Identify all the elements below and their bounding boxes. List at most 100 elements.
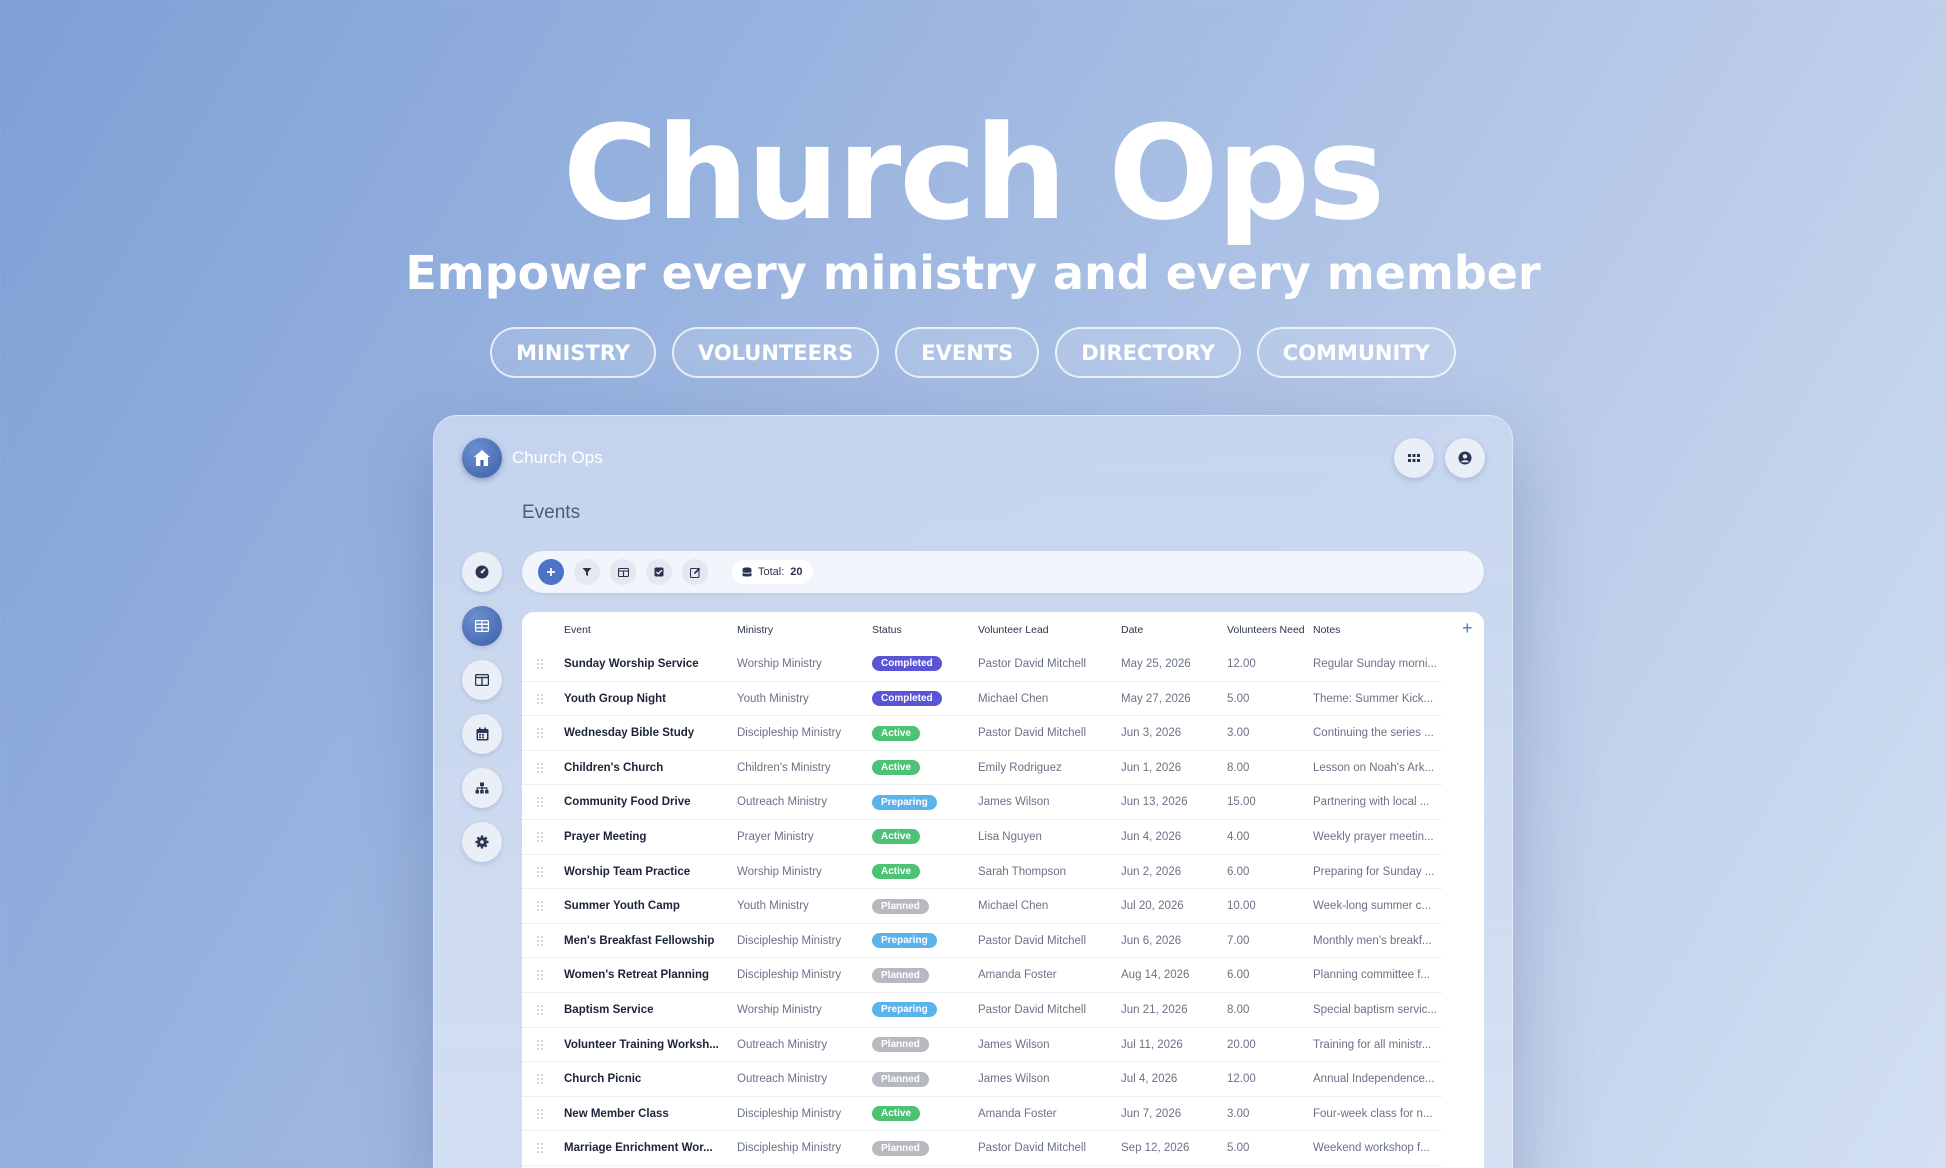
cell-ministry[interactable]: Children's Ministry <box>737 751 862 785</box>
cell-event[interactable]: Church Picnic <box>564 1062 724 1096</box>
cell-volunteer-lead[interactable]: Pastor David Mitchell <box>978 716 1113 750</box>
cell-event[interactable]: Sunday Worship Service <box>564 647 724 681</box>
drag-handle-icon[interactable] <box>537 970 545 981</box>
cell-status[interactable]: Active <box>872 820 967 854</box>
cell-notes[interactable]: Special baptism servic... <box>1313 993 1438 1027</box>
cell-notes[interactable]: Regular Sunday morni... <box>1313 647 1438 681</box>
cell-volunteer-lead[interactable]: Amanda Foster <box>978 1097 1113 1131</box>
table-row[interactable]: Youth Group Night Youth Ministry Completed… <box>522 682 1442 717</box>
cell-event[interactable]: Baptism Service <box>564 993 724 1027</box>
cell-volunteers-needed[interactable]: 5.00 <box>1227 1131 1302 1165</box>
drag-handle-icon[interactable] <box>537 935 545 947</box>
org-chart-icon[interactable] <box>462 768 502 808</box>
drag-handle-icon[interactable] <box>537 693 545 705</box>
cell-ministry[interactable]: Outreach Ministry <box>737 785 862 819</box>
cell-event[interactable]: Youth Group Night <box>564 682 724 716</box>
cell-date[interactable]: Aug 14, 2026 <box>1121 958 1216 992</box>
add-column-icon[interactable]: + <box>1462 618 1473 639</box>
drag-handle-icon[interactable] <box>537 1108 545 1120</box>
cell-ministry[interactable]: Outreach Ministry <box>737 1062 862 1096</box>
cell-volunteer-lead[interactable]: Lisa Nguyen <box>978 820 1113 854</box>
cell-status[interactable]: Planned <box>872 1131 967 1165</box>
cell-status[interactable]: Planned <box>872 958 967 992</box>
table-row[interactable]: Men's Breakfast Fellowship Discipleship M… <box>522 924 1442 959</box>
cell-ministry[interactable]: Worship Ministry <box>737 993 862 1027</box>
drag-handle-icon[interactable] <box>537 901 545 912</box>
cell-volunteers-needed[interactable]: 7.00 <box>1227 924 1302 958</box>
cell-event[interactable]: Community Food Drive <box>564 785 724 819</box>
cell-status[interactable]: Preparing <box>872 785 967 819</box>
table-row[interactable]: Volunteer Training Worksh... Outreach Min… <box>522 1028 1442 1063</box>
drag-handle-icon[interactable] <box>537 1005 545 1016</box>
cell-volunteers-needed[interactable]: 15.00 <box>1227 785 1302 819</box>
table-row[interactable]: Women's Retreat Planning Discipleship Min… <box>522 958 1442 993</box>
cell-volunteers-needed[interactable]: 8.00 <box>1227 993 1302 1027</box>
drag-handle-icon[interactable] <box>537 1143 545 1154</box>
cell-notes[interactable]: Monthly men's breakf... <box>1313 924 1438 958</box>
cell-volunteers-needed[interactable]: 20.00 <box>1227 1028 1302 1062</box>
cell-notes[interactable]: Theme: Summer Kick... <box>1313 682 1438 716</box>
cell-event[interactable]: Wednesday Bible Study <box>564 716 724 750</box>
cell-volunteers-needed[interactable]: 5.00 <box>1227 682 1302 716</box>
column-header-volunteer-lead[interactable]: Volunteer Lead <box>978 624 1108 636</box>
cell-event[interactable]: Worship Team Practice <box>564 855 724 889</box>
column-header-status[interactable]: Status <box>872 624 962 636</box>
drag-handle-icon[interactable] <box>537 762 545 774</box>
table-row[interactable]: Wednesday Bible Study Discipleship Minist… <box>522 716 1442 751</box>
cell-event[interactable]: Volunteer Training Worksh... <box>564 1028 724 1062</box>
edit-icon[interactable] <box>682 559 708 585</box>
cell-date[interactable]: Jun 21, 2026 <box>1121 993 1216 1027</box>
table-row[interactable]: Community Food Drive Outreach Ministry Pre… <box>522 785 1442 820</box>
cell-volunteers-needed[interactable]: 10.00 <box>1227 889 1302 923</box>
columns-layout-icon[interactable] <box>462 660 502 700</box>
cell-event[interactable]: Men's Breakfast Fellowship <box>564 924 724 958</box>
cell-volunteer-lead[interactable]: Pastor David Mitchell <box>978 993 1113 1027</box>
cell-date[interactable]: May 27, 2026 <box>1121 682 1216 716</box>
cell-volunteer-lead[interactable]: James Wilson <box>978 785 1113 819</box>
cell-volunteers-needed[interactable]: 12.00 <box>1227 1062 1302 1096</box>
cell-date[interactable]: Jul 4, 2026 <box>1121 1062 1216 1096</box>
cell-status[interactable]: Planned <box>872 889 967 923</box>
cell-notes[interactable]: Four-week class for n... <box>1313 1097 1438 1131</box>
cell-status[interactable]: Active <box>872 716 967 750</box>
columns-icon[interactable] <box>610 559 636 585</box>
cell-date[interactable]: Jun 7, 2026 <box>1121 1097 1216 1131</box>
cell-ministry[interactable]: Discipleship Ministry <box>737 1097 862 1131</box>
table-row[interactable]: Summer Youth Camp Youth Ministry Planned Mi… <box>522 889 1442 924</box>
cell-event[interactable]: Children's Church <box>564 751 724 785</box>
table-row[interactable]: Marriage Enrichment Wor... Discipleship M… <box>522 1131 1442 1166</box>
cell-ministry[interactable]: Worship Ministry <box>737 647 862 681</box>
cell-ministry[interactable]: Youth Ministry <box>737 889 862 923</box>
cell-volunteer-lead[interactable]: James Wilson <box>978 1028 1113 1062</box>
cell-event[interactable]: Prayer Meeting <box>564 820 724 854</box>
drag-handle-icon[interactable] <box>537 832 545 843</box>
drag-handle-icon[interactable] <box>537 1074 545 1085</box>
column-header-notes[interactable]: Notes <box>1313 624 1433 636</box>
table-row[interactable]: Prayer Meeting Prayer Ministry Active Lisa … <box>522 820 1442 855</box>
drag-handle-icon[interactable] <box>537 797 545 808</box>
cell-event[interactable]: Women's Retreat Planning <box>564 958 724 992</box>
cell-volunteer-lead[interactable]: Pastor David Mitchell <box>978 647 1113 681</box>
drag-handle-icon[interactable] <box>537 866 545 878</box>
cell-ministry[interactable]: Discipleship Ministry <box>737 716 862 750</box>
cell-date[interactable]: Jul 20, 2026 <box>1121 889 1216 923</box>
cell-volunteer-lead[interactable]: Sarah Thompson <box>978 855 1113 889</box>
cell-ministry[interactable]: Worship Ministry <box>737 855 862 889</box>
table-row[interactable]: Worship Team Practice Worship Ministry Act… <box>522 855 1442 890</box>
drag-handle-icon[interactable] <box>537 659 545 670</box>
filter-icon[interactable] <box>574 559 600 585</box>
cell-date[interactable]: Jun 2, 2026 <box>1121 855 1216 889</box>
cell-event[interactable]: Marriage Enrichment Wor... <box>564 1131 724 1165</box>
dashboard-gauge-icon[interactable] <box>462 552 502 592</box>
cell-volunteer-lead[interactable]: Amanda Foster <box>978 958 1113 992</box>
cell-ministry[interactable]: Youth Ministry <box>737 682 862 716</box>
cell-notes[interactable]: Continuing the series ... <box>1313 716 1438 750</box>
cell-volunteers-needed[interactable]: 3.00 <box>1227 716 1302 750</box>
cell-volunteer-lead[interactable]: Michael Chen <box>978 682 1113 716</box>
cell-notes[interactable]: Planning committee f... <box>1313 958 1438 992</box>
cell-volunteers-needed[interactable]: 4.00 <box>1227 820 1302 854</box>
cell-notes[interactable]: Annual Independence... <box>1313 1062 1438 1096</box>
cell-volunteers-needed[interactable]: 3.00 <box>1227 1097 1302 1131</box>
cell-status[interactable]: Planned <box>872 1028 967 1062</box>
cell-volunteer-lead[interactable]: Emily Rodriguez <box>978 751 1113 785</box>
